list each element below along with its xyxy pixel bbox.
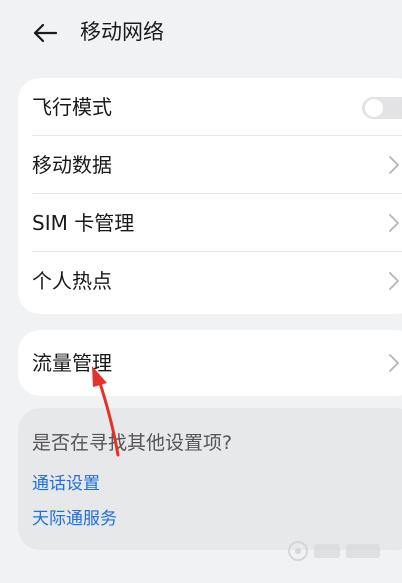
data-usage-label: 流量管理 — [32, 351, 112, 375]
airplane-mode-row[interactable]: 飞行模式 — [18, 78, 402, 136]
mobile-data-label: 移动数据 — [32, 153, 112, 177]
suggestions-question: 是否在寻找其他设置项? — [32, 432, 233, 454]
arrow-left-icon — [33, 23, 58, 43]
airplane-mode-label: 飞行模式 — [32, 95, 112, 119]
app-bar: 移动网络 — [0, 0, 402, 66]
sim-management-label: SIM 卡管理 — [32, 211, 135, 235]
skytone-service-link[interactable]: 天际通服务 — [32, 507, 117, 531]
personal-hotspot-label: 个人热点 — [32, 269, 112, 293]
chevron-right-icon — [389, 272, 399, 290]
personal-hotspot-row[interactable]: 个人热点 — [18, 252, 402, 310]
baidu-jingyan-watermark — [288, 541, 380, 561]
back-button[interactable] — [30, 18, 60, 48]
data-usage-card: 流量管理 — [18, 330, 402, 396]
airplane-mode-toggle[interactable] — [362, 97, 402, 119]
chevron-right-icon — [389, 214, 399, 232]
suggestions-card: 是否在寻找其他设置项? 通话设置 天际通服务 — [18, 408, 402, 550]
mobile-network-card: 飞行模式 移动数据 SIM 卡管理 个人热点 — [18, 78, 402, 314]
chevron-right-icon — [389, 354, 399, 372]
mobile-data-row[interactable]: 移动数据 — [18, 136, 402, 194]
data-usage-row[interactable]: 流量管理 — [18, 334, 402, 392]
call-settings-link[interactable]: 通话设置 — [32, 472, 100, 496]
sim-management-row[interactable]: SIM 卡管理 — [18, 194, 402, 252]
chevron-right-icon — [389, 156, 399, 174]
toggle-knob — [365, 99, 383, 117]
page-title: 移动网络 — [80, 20, 164, 44]
